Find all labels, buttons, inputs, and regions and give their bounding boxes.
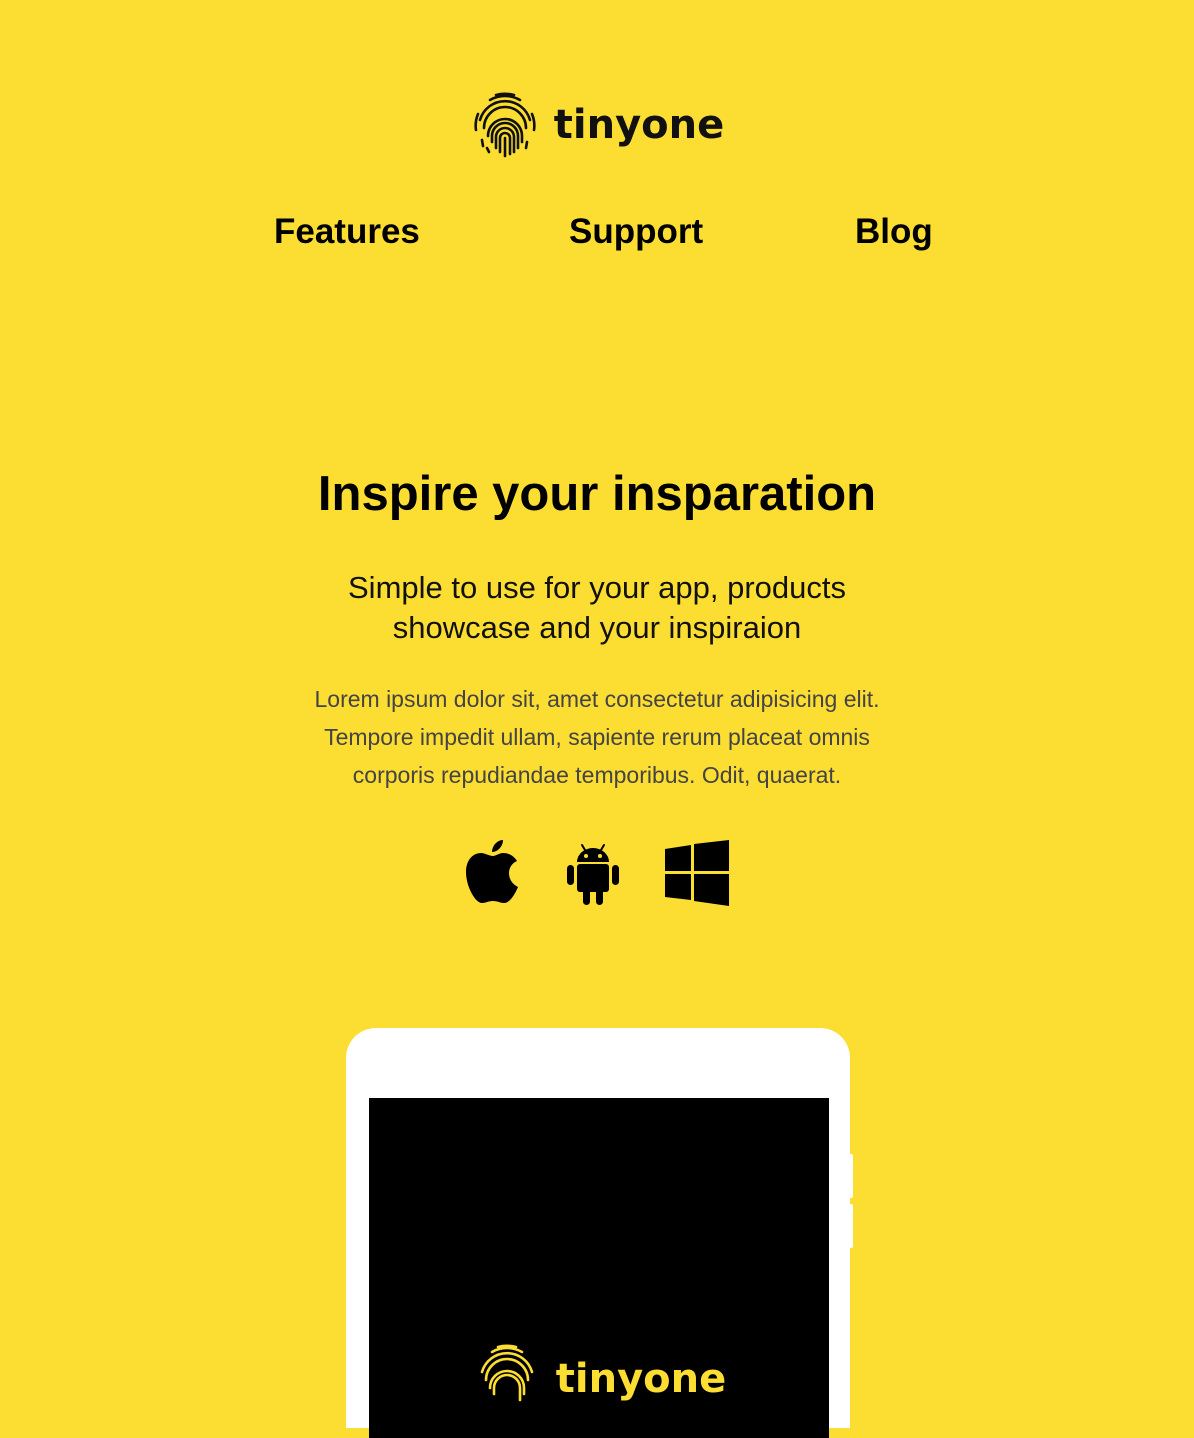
hero-body-line: corporis repudiandae temporibus. Odit, q… <box>352 762 842 788</box>
main-nav: Features Support Blog <box>0 212 1194 260</box>
hero-subtitle-line: showcase and your inspiraion <box>392 610 802 645</box>
apple-icon[interactable] <box>465 840 521 906</box>
fingerprint-icon <box>470 90 540 160</box>
platform-links <box>0 840 1194 906</box>
android-icon[interactable] <box>565 840 621 906</box>
hero-body: Lorem ipsum dolor sit, amet consectetur … <box>0 680 1194 794</box>
screen-brand-name: tinyone <box>555 1356 727 1402</box>
screen-brand: tinyone <box>369 1342 829 1416</box>
brand-name: tinyone <box>553 102 725 148</box>
windows-icon[interactable] <box>665 840 729 906</box>
fingerprint-icon <box>472 1342 542 1416</box>
device-screen: tinyone <box>369 1098 829 1438</box>
nav-item-blog[interactable]: Blog <box>855 212 933 252</box>
device-mockup: tinyone <box>346 1028 853 1438</box>
device-side-button <box>849 1154 853 1198</box>
hero-subtitle: Simple to use for your app, products sho… <box>0 568 1194 648</box>
device-side-button <box>849 1204 853 1248</box>
nav-item-support[interactable]: Support <box>569 212 703 252</box>
brand[interactable]: tinyone <box>0 90 1194 160</box>
hero-title: Inspire your insparation <box>317 467 877 521</box>
hero-body-line: Tempore impedit ullam, sapiente rerum pl… <box>324 724 870 750</box>
hero-subtitle-line: Simple to use for your app, products <box>348 570 846 605</box>
nav-item-features[interactable]: Features <box>274 212 420 252</box>
hero-body-line: Lorem ipsum dolor sit, amet consectetur … <box>314 686 880 712</box>
